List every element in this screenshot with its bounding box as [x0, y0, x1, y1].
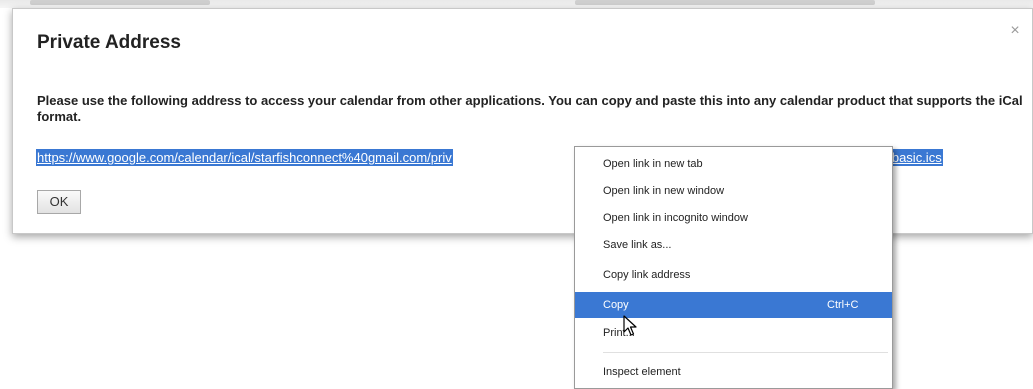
ical-link-text-start[interactable]: https://www.google.com/calendar/ical/sta…	[36, 149, 453, 166]
dialog-title: Private Address	[37, 32, 181, 53]
close-icon[interactable]: ×	[1007, 23, 1023, 39]
menu-item-open-incognito[interactable]: Open link in incognito window	[575, 205, 892, 231]
menu-item-open-new-tab[interactable]: Open link in new tab	[575, 151, 892, 177]
screen: Private Address × Please use the followi…	[0, 0, 1033, 389]
menu-item-label: Copy link address	[603, 269, 691, 281]
mouse-pointer-icon	[623, 315, 637, 336]
menu-item-label: Open link in new window	[603, 185, 725, 197]
context-menu: Open link in new tab Open link in new wi…	[574, 146, 893, 389]
menu-item-label: Open link in new tab	[603, 158, 703, 170]
ok-button[interactable]: OK	[37, 190, 81, 214]
background-text-fragment	[575, 0, 875, 5]
menu-separator	[603, 352, 888, 353]
background-text-fragment	[30, 0, 210, 5]
menu-item-copy-link-address[interactable]: Copy link address	[575, 262, 892, 288]
menu-item-open-new-window[interactable]: Open link in new window	[575, 178, 892, 204]
dialog-message: Please use the following address to acce…	[37, 93, 1023, 124]
menu-item-label: Inspect element	[603, 366, 681, 378]
menu-item-inspect-element[interactable]: Inspect element	[575, 359, 892, 385]
menu-item-label: Open link in incognito window	[603, 212, 748, 224]
menu-item-label: Save link as...	[603, 239, 672, 251]
menu-item-save-link-as[interactable]: Save link as...	[575, 232, 892, 258]
background-page	[0, 0, 1033, 8]
menu-item-shortcut: Ctrl+C	[827, 299, 859, 311]
